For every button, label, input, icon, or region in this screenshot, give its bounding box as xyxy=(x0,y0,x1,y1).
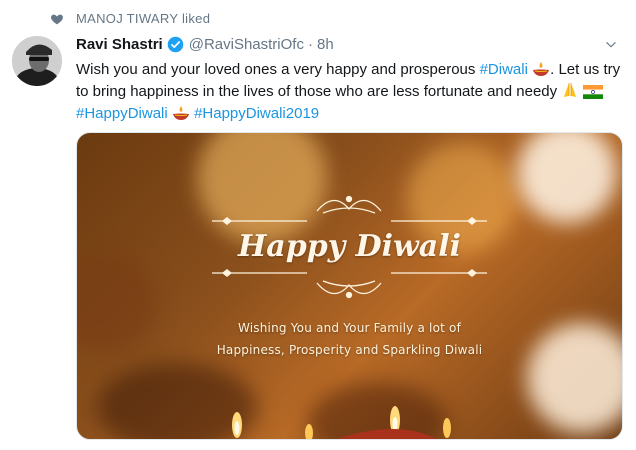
tweet-timestamp[interactable]: 8h xyxy=(317,36,334,53)
image-title: Happy Diwali xyxy=(237,229,462,264)
separator-dot: · xyxy=(307,36,313,53)
author-handle[interactable]: @RaviShastriOfc xyxy=(189,36,304,53)
liked-by-text[interactable]: MANOJ TIWARY liked xyxy=(76,11,210,26)
avatar-photo xyxy=(12,36,62,86)
image-caption-line: Happiness, Prosperity and Sparkling Diwa… xyxy=(216,343,483,357)
hashtag-link[interactable]: #HappyDiwali xyxy=(76,105,168,122)
diya-lamp-emoji xyxy=(172,106,189,120)
author-name[interactable]: Ravi Shastri xyxy=(76,36,163,53)
chevron-down-icon[interactable] xyxy=(604,38,618,52)
verified-badge-icon xyxy=(167,36,184,53)
hashtag-link[interactable]: #HappyDiwali2019 xyxy=(194,105,319,122)
hashtag-link[interactable]: #Diwali xyxy=(480,61,528,78)
india-flag-emoji xyxy=(583,85,604,99)
tweet-image[interactable]: Happy Diwali Wishing You and Your Family… xyxy=(76,132,623,440)
folded-hands-emoji xyxy=(564,83,577,97)
image-caption-line: Wishing You and Your Family a lot of xyxy=(237,321,462,335)
heart-icon xyxy=(51,14,63,24)
decorative-ornament xyxy=(212,195,487,439)
avatar[interactable] xyxy=(12,36,62,86)
tweet-text-part: Wish you and your loved ones a very happ… xyxy=(76,61,480,78)
social-context: MANOJ TIWARY liked xyxy=(50,11,210,26)
tweet-header: Ravi Shastri @RaviShastriOfc · 8h xyxy=(76,36,622,53)
tweet-card[interactable]: MANOJ TIWARY liked Ravi Shastri @RaviSha… xyxy=(0,0,636,450)
diya-lamp-emoji xyxy=(533,62,550,76)
tweet-text: Wish you and your loved ones a very happ… xyxy=(76,59,624,125)
